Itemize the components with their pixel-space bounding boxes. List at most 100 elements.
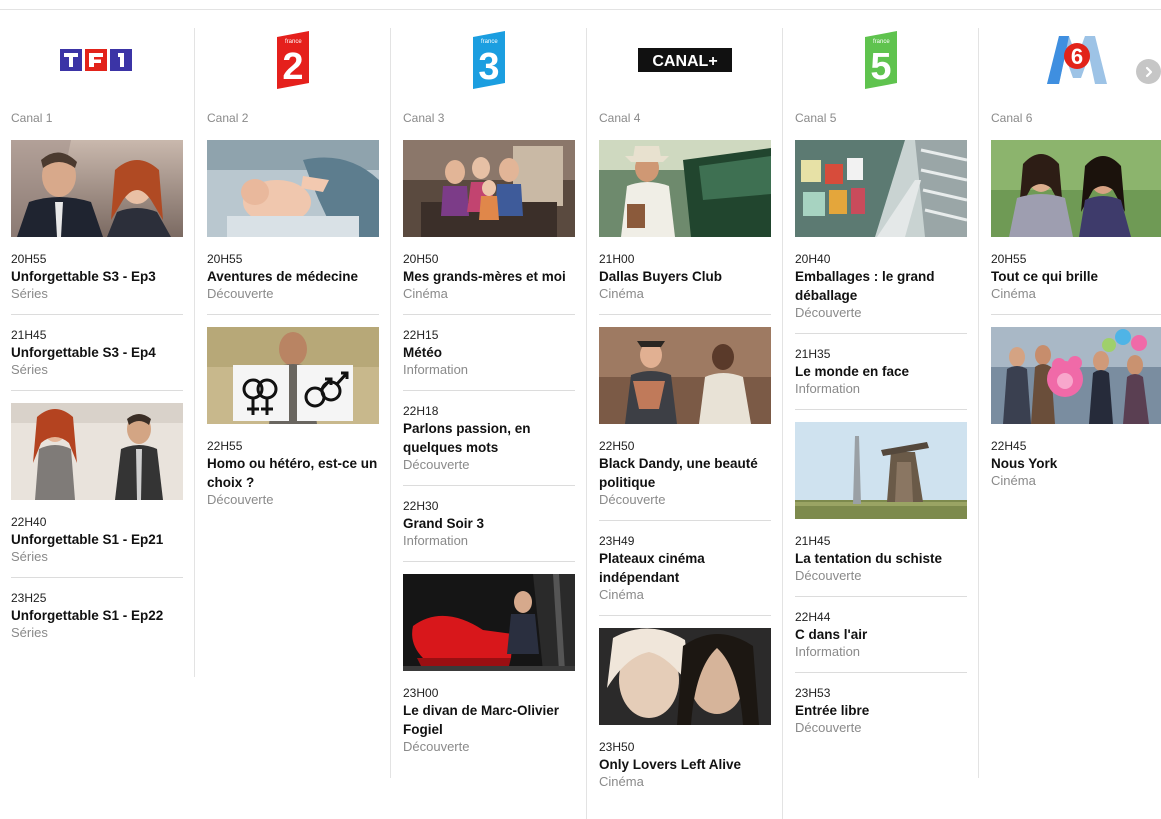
program-time: 23H00 xyxy=(403,686,439,700)
program-item[interactable]: 22H44 C dans l'air Information xyxy=(795,609,967,673)
program-title[interactable]: Only Lovers Left Alive xyxy=(599,755,771,774)
program-title[interactable]: Black Dandy, une beauté politique xyxy=(599,454,771,492)
program-genre: Séries xyxy=(11,549,48,564)
program-title[interactable]: Le divan de Marc-Olivier Fogiel xyxy=(403,701,575,739)
program-time: 20H55 xyxy=(11,252,47,266)
program-item[interactable]: 20H50 Mes grands-mères et moi Cinéma xyxy=(403,251,575,315)
program-item[interactable]: 22H15 Météo Information xyxy=(403,327,575,391)
logo-small-text: france xyxy=(481,39,498,45)
program-item[interactable]: 22H50 Black Dandy, une beauté politique … xyxy=(599,438,771,521)
program-item[interactable]: 22H55 Homo ou hétéro, est-ce un choix ? … xyxy=(207,438,379,520)
channel-label: Canal 2 xyxy=(207,111,249,125)
program-thumbnail[interactable] xyxy=(795,422,967,519)
channel-column-3: france 3 Canal 3 20H50 Mes grands-mères … xyxy=(403,28,587,819)
program-title[interactable]: Nous York xyxy=(991,454,1161,473)
program-time: 23H53 xyxy=(795,686,831,700)
channel-logo-canalplus[interactable]: CANAL+ xyxy=(599,28,771,92)
program-title[interactable]: C dans l'air xyxy=(795,625,967,644)
program-thumbnail[interactable] xyxy=(207,327,379,424)
program-genre: Information xyxy=(403,362,469,377)
program-item[interactable]: 20H55 Tout ce qui brille Cinéma xyxy=(991,251,1161,315)
logo-small-text: france xyxy=(873,39,890,45)
program-title[interactable]: Le monde en face xyxy=(795,362,967,381)
program-thumbnail[interactable] xyxy=(599,628,771,725)
program-title[interactable]: Homo ou hétéro, est-ce un choix ? xyxy=(207,454,379,492)
program-item[interactable]: 21H35 Le monde en face Information xyxy=(795,346,967,410)
program-title[interactable]: Dallas Buyers Club xyxy=(599,267,771,286)
program-genre: Découverte xyxy=(207,286,274,301)
program-genre: Information xyxy=(795,644,861,659)
program-thumbnail[interactable] xyxy=(403,140,575,237)
program-title[interactable]: Unforgettable S1 - Ep22 xyxy=(11,606,183,625)
program-item[interactable]: 22H30 Grand Soir 3 Information xyxy=(403,498,575,562)
tv-guide-grid: Canal 1 20H55 Unforgettable S3 - Ep3 Sér… xyxy=(0,28,1161,819)
program-item[interactable]: 22H45 Nous York Cinéma xyxy=(991,438,1161,501)
channel-logo-m6[interactable]: 6 xyxy=(991,28,1161,92)
program-thumbnail[interactable] xyxy=(991,327,1161,424)
canalplus-logo-icon: CANAL+ xyxy=(638,48,732,72)
program-title[interactable]: Mes grands-mères et moi xyxy=(403,267,575,286)
program-title[interactable]: La tentation du schiste xyxy=(795,549,967,568)
next-channels-button[interactable] xyxy=(1136,59,1161,84)
program-title[interactable]: Unforgettable S3 - Ep3 xyxy=(11,267,183,286)
program-title[interactable]: Aventures de médecine xyxy=(207,267,379,286)
logo-number: 3 xyxy=(478,46,499,88)
program-thumbnail[interactable] xyxy=(599,327,771,424)
program-title[interactable]: Météo xyxy=(403,343,575,362)
program-genre: Cinéma xyxy=(403,286,448,301)
program-time: 20H50 xyxy=(403,252,439,266)
program-time: 21H45 xyxy=(795,534,831,548)
program-time: 20H55 xyxy=(207,252,243,266)
program-item[interactable]: 21H00 Dallas Buyers Club Cinéma xyxy=(599,251,771,315)
program-title[interactable]: Entrée libre xyxy=(795,701,967,720)
program-thumbnail[interactable] xyxy=(11,403,183,500)
program-title[interactable]: Grand Soir 3 xyxy=(403,514,575,533)
logo-small-text: france xyxy=(285,39,302,45)
program-title[interactable]: Unforgettable S3 - Ep4 xyxy=(11,343,183,362)
channel-column-5: france 5 Canal 5 20H40 Emballages: le g… xyxy=(795,28,979,778)
program-item[interactable]: 21H45 La tentation du schiste Découverte xyxy=(795,533,967,597)
program-title[interactable]: Plateaux cinéma indépendant xyxy=(599,549,771,587)
program-thumbnail[interactable] xyxy=(795,140,967,237)
program-item[interactable]: 23H25 Unforgettable S1 - Ep22 Séries xyxy=(11,590,183,653)
logo-number: 5 xyxy=(870,46,891,88)
program-genre: Cinéma xyxy=(599,587,644,602)
program-item[interactable]: 23H53 Entrée libre Découverte xyxy=(795,685,967,748)
logo-number: 2 xyxy=(282,46,303,88)
channel-label: Canal 1 xyxy=(11,111,53,125)
program-item[interactable]: 23H49 Plateaux cinéma indépendant Cinéma xyxy=(599,533,771,616)
program-title[interactable]: Emballages : le grand déballage xyxy=(795,267,967,305)
channel-logo-france2[interactable]: france 2 xyxy=(207,28,379,92)
program-title[interactable]: Unforgettable S1 - Ep21 xyxy=(11,530,183,549)
program-thumbnail[interactable] xyxy=(11,140,183,237)
program-genre: Séries xyxy=(11,625,48,640)
program-item[interactable]: 21H45 Unforgettable S3 - Ep4 Séries xyxy=(11,327,183,391)
program-item[interactable]: 23H00 Le divan de Marc-Olivier Fogiel Dé… xyxy=(403,685,575,767)
program-item[interactable]: 22H40 Unforgettable S1 - Ep21 Séries xyxy=(11,514,183,578)
program-item[interactable]: 22H18 Parlons passion, en quelques mots … xyxy=(403,403,575,486)
program-genre: Cinéma xyxy=(599,286,644,301)
program-title[interactable]: Parlons passion, en quelques mots xyxy=(403,419,575,457)
program-thumbnail[interactable] xyxy=(599,140,771,237)
channel-label: Canal 6 xyxy=(991,111,1033,125)
channel-logo-france3[interactable]: france 3 xyxy=(403,28,575,92)
program-time: 23H50 xyxy=(599,740,635,754)
program-item[interactable]: 20H55 Unforgettable S3 - Ep3 Séries xyxy=(11,251,183,315)
program-thumbnail[interactable] xyxy=(403,574,575,671)
program-thumbnail[interactable] xyxy=(207,140,379,237)
program-genre: Cinéma xyxy=(599,774,644,789)
program-thumbnail[interactable] xyxy=(991,140,1161,237)
channel-label: Canal 3 xyxy=(403,111,445,125)
channel-logo-france5[interactable]: france 5 xyxy=(795,28,967,92)
channel-logo-tf1[interactable] xyxy=(11,28,183,92)
program-genre: Séries xyxy=(11,286,48,301)
program-time: 22H40 xyxy=(11,515,47,529)
program-genre: Information xyxy=(795,381,861,396)
program-item[interactable]: 23H50 Only Lovers Left Alive Cinéma xyxy=(599,739,771,802)
program-item[interactable]: 20H55 Aventures de médecine Découverte xyxy=(207,251,379,315)
program-time: 22H55 xyxy=(207,439,243,453)
program-title[interactable]: Tout ce qui brille xyxy=(991,267,1161,286)
france3-logo-icon: france 3 xyxy=(473,31,505,89)
program-time: 22H18 xyxy=(403,404,439,418)
program-item[interactable]: 20H40 Emballages : le grand déballage Dé… xyxy=(795,251,967,334)
